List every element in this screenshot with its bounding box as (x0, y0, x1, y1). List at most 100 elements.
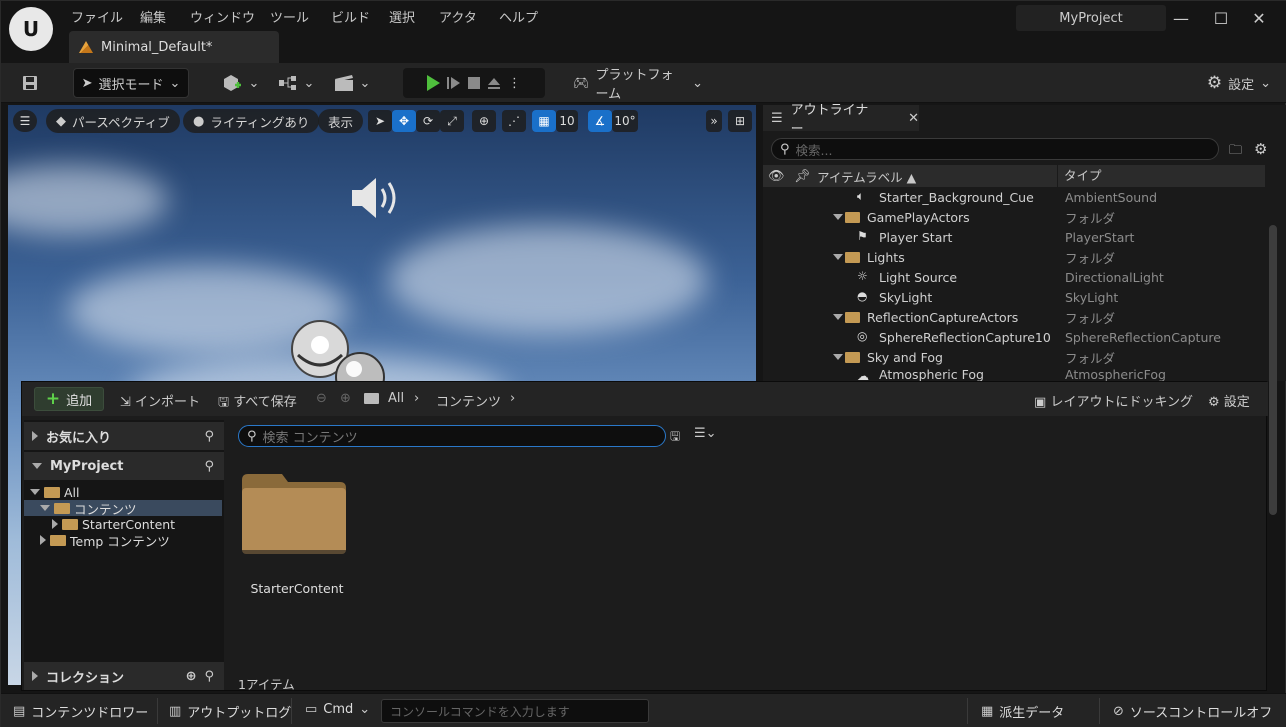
minimize-button[interactable]: — (1171, 9, 1191, 29)
grid-snap-value[interactable]: 10 (556, 110, 578, 132)
search-icon[interactable]: ⚲ (204, 459, 214, 474)
level-tab[interactable]: Minimal_Default* (69, 31, 279, 63)
lighting-button[interactable]: ● ライティングあり (183, 109, 320, 133)
gear-icon[interactable]: ⚙ (1254, 140, 1267, 158)
outliner-row[interactable]: ⚑ Player Start PlayerStart (763, 227, 1265, 247)
outliner-row[interactable]: Lights フォルダ (763, 247, 1265, 267)
viewport-layout-icon[interactable]: ⊞ (728, 110, 752, 132)
step-icon[interactable] (446, 75, 462, 91)
expand-toolbar-icon[interactable]: » (706, 110, 722, 132)
output-log-button[interactable]: ▥ アウトプットログ (169, 702, 291, 721)
add-collection-icon[interactable]: ⊕ (186, 669, 197, 684)
stop-icon[interactable] (468, 77, 480, 89)
expand-arrow-icon[interactable] (833, 214, 843, 220)
hamburger-icon[interactable]: ☰ (13, 110, 37, 132)
cinematics-button[interactable]: ⌄ (331, 68, 373, 98)
tree-item-content[interactable]: コンテンツ (24, 500, 222, 517)
dock-in-layout-button[interactable]: ▣ レイアウトにドッキング (1034, 391, 1193, 410)
blueprint-button[interactable]: ⌄ (275, 68, 317, 98)
more-options-icon[interactable]: ⋮ (508, 76, 521, 91)
menu-window[interactable]: ウィンドウ (190, 7, 255, 26)
expand-arrow-icon[interactable] (833, 354, 843, 360)
save-icon[interactable] (15, 68, 45, 98)
filter-icon[interactable]: ☰⌄ (694, 426, 717, 441)
ambient-sound-icon[interactable] (348, 173, 412, 223)
show-button[interactable]: 表示 (318, 109, 364, 133)
cmd-dropdown[interactable]: ▭ Cmd ⌄ (305, 702, 370, 717)
world-space-icon[interactable]: ⊕ (472, 110, 496, 132)
move-tool-icon[interactable]: ✥ (392, 110, 416, 132)
breadcrumb-chevron-icon[interactable]: › (510, 391, 515, 406)
derived-data-button[interactable]: ▦ 派生データ (981, 702, 1064, 721)
favorites-header[interactable]: お気に入り ⚲ (24, 422, 224, 450)
outliner-row[interactable]: ◎ SphereReflectionCapture10 SphereReflec… (763, 327, 1265, 347)
eject-icon[interactable] (486, 75, 502, 91)
column-type[interactable]: タイプ (1057, 165, 1102, 187)
menu-help[interactable]: ヘルプ (499, 7, 538, 26)
import-button[interactable]: ⇲ インポート (120, 391, 200, 410)
menu-edit[interactable]: 編集 (140, 7, 166, 26)
menu-file[interactable]: ファイル (71, 7, 123, 26)
close-icon[interactable]: ✕ (908, 111, 919, 126)
outliner-row[interactable]: ReflectionCaptureActors フォルダ (763, 307, 1265, 327)
mode-select-dropdown[interactable]: ➤ 選択モード ⌄ (73, 68, 189, 98)
back-icon[interactable]: ⊖ (316, 391, 327, 406)
scale-tool-icon[interactable]: ⤢ (440, 110, 464, 132)
breadcrumb-all[interactable]: All (388, 391, 404, 406)
pin-icon[interactable]: 📌︎ (794, 169, 811, 184)
cb-settings-button[interactable]: ⚙ 設定 (1208, 391, 1250, 410)
console-input[interactable]: コンソールコマンドを入力します (381, 699, 649, 723)
outliner-row[interactable]: GamePlayActors フォルダ (763, 207, 1265, 227)
outliner-row[interactable]: ☼ Light Source DirectionalLight (763, 267, 1265, 287)
column-item-label[interactable]: アイテムラベル ▲ (817, 167, 916, 186)
play-icon[interactable] (427, 75, 440, 91)
settings-dropdown[interactable]: ⚙ 設定 ⌄ (1199, 68, 1279, 98)
rotate-snap-value[interactable]: 10° (612, 110, 638, 132)
add-folder-icon[interactable]: 🗀 (1229, 141, 1242, 163)
outliner-scrollbar[interactable] (1269, 225, 1277, 515)
menu-actor[interactable]: アクタ (439, 7, 477, 26)
save-all-button[interactable]: 🖫 すべて保存 (218, 391, 297, 415)
tree-item-temp[interactable]: Temp コンテンツ (24, 532, 222, 549)
platforms-dropdown[interactable]: 🎮︎ プラットフォーム ⌄ (573, 68, 703, 102)
add-button[interactable]: + 追加 (34, 387, 104, 411)
select-tool-icon[interactable]: ➤ (368, 110, 392, 132)
forward-icon[interactable]: ⊕ (340, 391, 351, 406)
collections-header[interactable]: コレクション ⊕ ⚲ (24, 662, 224, 690)
visibility-eye-icon[interactable]: 👁︎ (768, 169, 785, 184)
grid-snap-icon[interactable]: ▦ (532, 110, 556, 132)
row-label: ReflectionCaptureActors (867, 309, 1019, 325)
breadcrumb-content[interactable]: コンテンツ (436, 391, 501, 410)
outliner-row[interactable]: Sky and Fog フォルダ (763, 347, 1265, 367)
search-icon[interactable]: ⚲ (204, 669, 214, 684)
outliner-tab[interactable]: ☰ アウトライナー ✕ (763, 103, 919, 137)
rotate-snap-icon[interactable]: ∡ (588, 110, 612, 132)
surface-snap-icon[interactable]: ⋰ (502, 110, 526, 132)
expand-arrow-icon[interactable] (833, 254, 843, 260)
divider (967, 698, 968, 724)
menu-select[interactable]: 選択 (389, 7, 415, 26)
perspective-button[interactable]: ◆ パースペクティブ (46, 109, 180, 133)
folder-icon[interactable] (364, 393, 379, 404)
unreal-logo[interactable]: U (9, 7, 53, 51)
chevron-down-icon: ⌄ (692, 75, 703, 91)
source-control-button[interactable]: ⊘ ソースコントロールオフ (1113, 702, 1272, 721)
outliner-row[interactable]: 🔈︎ Starter_Background_Cue AmbientSound (763, 187, 1265, 207)
menu-tools[interactable]: ツール (270, 7, 309, 26)
folder-icon (62, 518, 78, 530)
save-search-icon[interactable]: 🖫 (670, 427, 680, 448)
project-header[interactable]: MyProject ⚲ (24, 452, 224, 480)
search-icon[interactable]: ⚲ (204, 429, 214, 444)
outliner-row[interactable]: ☁ Atmospheric Fog AtmosphericFog (763, 367, 1265, 381)
content-drawer-button[interactable]: ▤ コンテンツドロワー (13, 702, 148, 721)
menu-build[interactable]: ビルド (331, 7, 370, 26)
close-button[interactable]: ✕ (1249, 9, 1269, 29)
add-actor-button[interactable]: ⌄ (219, 68, 261, 98)
outliner-row[interactable]: ◓ SkyLight SkyLight (763, 287, 1265, 307)
rotate-tool-icon[interactable]: ⟳ (416, 110, 440, 132)
outliner-search-input[interactable]: ⚲ 検索... (771, 138, 1219, 160)
maximize-button[interactable]: ☐ (1211, 9, 1231, 29)
expand-arrow-icon[interactable] (833, 314, 843, 320)
startercontent-folder[interactable] (242, 474, 346, 554)
content-search-input[interactable]: ⚲ 検索 コンテンツ (238, 425, 666, 447)
